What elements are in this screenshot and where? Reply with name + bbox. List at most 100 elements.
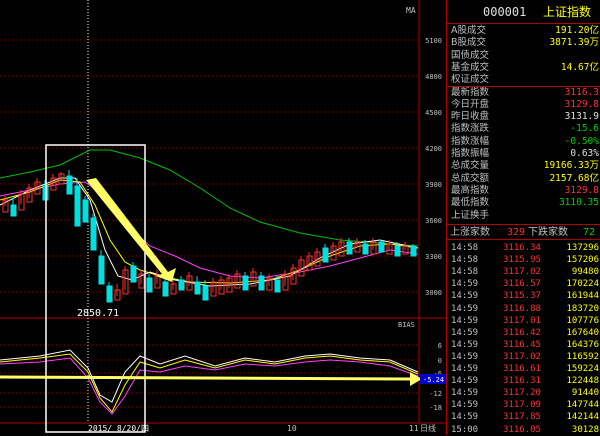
quote-value: 3116.3 <box>564 86 599 98</box>
tick-volume: 159224 <box>566 364 599 374</box>
candlestick[interactable] <box>394 245 401 257</box>
tick-price: 3116.42 <box>503 327 541 338</box>
candlestick[interactable] <box>362 243 369 255</box>
quote-value: 3131.9 <box>564 111 599 123</box>
quote-label: 最新指数 <box>451 86 490 98</box>
tick-time: 15:00 <box>451 424 479 435</box>
quote-label: 基金成交 <box>451 61 490 73</box>
tick-volume: 122448 <box>566 376 599 387</box>
stock-name: 上证指数 <box>543 5 592 19</box>
candlestick[interactable] <box>90 217 97 251</box>
quote-value: 0.63% <box>570 148 599 159</box>
quote-row: B股成交 3871.39万 <box>447 37 600 48</box>
tick-price: 3115.95 <box>503 255 541 266</box>
candlestick[interactable] <box>322 247 329 263</box>
candlestick[interactable] <box>82 199 89 223</box>
down-count-value: 72 <box>583 227 596 238</box>
tick-price: 3117.09 <box>503 400 541 411</box>
tick-volume: 167640 <box>566 327 599 338</box>
quote-label: 国债成交 <box>451 49 490 61</box>
quote-separator <box>447 86 600 87</box>
candlestick[interactable] <box>98 255 105 285</box>
tick-volume: 147744 <box>566 400 599 411</box>
quote-value: 3129.8 <box>564 98 599 110</box>
tick-row: 14:59 3117.02 116592 <box>447 351 600 363</box>
price-axis-label: 4800 <box>425 73 442 81</box>
kline-workspace: 5100480045004200390036003300300060-6-12-… <box>0 0 600 435</box>
candlestick[interactable] <box>346 241 353 255</box>
tick-volume: 137296 <box>566 243 599 253</box>
tick-row: 14:59 3116.31 122448 <box>447 375 600 387</box>
tick-volume: 164376 <box>566 339 599 350</box>
tick-price: 3117.01 <box>503 315 541 326</box>
candlestick[interactable] <box>258 275 265 291</box>
candlestick[interactable] <box>410 245 417 257</box>
quote-row: 总成交量 19166.33万 <box>447 160 600 171</box>
candlestick[interactable] <box>162 281 169 297</box>
tick-volume: 91440 <box>571 388 599 399</box>
quote-panel: 000001 上证指数 A股成交 191.20亿 B股成交 3871.39万 国债成交基… <box>446 0 600 435</box>
quote-row: 昨日收盘 3131.9 <box>447 111 600 122</box>
candlestick[interactable] <box>10 204 17 217</box>
quote-label: 指数涨跌 <box>451 123 490 135</box>
month-tick-11: 11 <box>409 424 419 433</box>
tick-time: 14:59 <box>451 339 479 350</box>
tick-row: 14:59 3116.61 159224 <box>447 363 600 375</box>
tick-row: 14:59 3117.20 91440 <box>447 387 600 399</box>
ma-line-magenta <box>0 181 419 279</box>
quote-row: 权证成交 <box>447 74 600 85</box>
quote-row: 最低指数 3110.35 <box>447 197 600 208</box>
kline-chart-area[interactable]: 5100480045004200390036003300300060-6-12-… <box>0 0 446 435</box>
tick-price: 3116.61 <box>503 364 541 374</box>
quote-label: B股成交 <box>451 37 487 49</box>
tick-time: 14:58 <box>451 243 479 253</box>
candlestick[interactable] <box>242 275 249 291</box>
candlestick[interactable] <box>146 277 153 293</box>
tick-price: 3116.45 <box>503 339 541 350</box>
quote-value: 191.20亿 <box>555 25 599 36</box>
bias-axis-label: -12 <box>429 390 442 398</box>
candlestick[interactable] <box>378 241 385 253</box>
candlestick[interactable] <box>274 279 281 293</box>
tick-row: 14:59 3116.57 170224 <box>447 278 600 290</box>
candlestick[interactable] <box>106 285 113 303</box>
quote-row: 指数振幅 0.63% <box>447 148 600 159</box>
tick-row: 14:59 3117.85 142144 <box>447 411 600 423</box>
tick-row: 14:58 3117.02 99480 <box>447 266 600 278</box>
quote-value: 14.67亿 <box>560 61 599 73</box>
tick-time: 14:58 <box>451 255 479 266</box>
quote-row: A股成交 191.20亿 <box>447 25 600 36</box>
quote-label: 今日开盘 <box>451 98 490 110</box>
tick-price: 3116.34 <box>503 243 541 253</box>
tick-volume: 107776 <box>566 315 599 326</box>
tick-price: 3115.37 <box>503 291 541 302</box>
bias-axis-label: 6 <box>438 342 442 350</box>
tick-time: 14:58 <box>451 267 479 278</box>
candlestick[interactable] <box>66 175 73 195</box>
candlestick[interactable] <box>194 281 201 295</box>
candlestick[interactable] <box>202 285 209 301</box>
up-count-value: 329 <box>507 227 526 238</box>
tick-row: 14:58 3116.34 137296 <box>447 242 600 254</box>
quote-label: 指数振幅 <box>451 148 490 159</box>
price-axis-label: 4500 <box>425 109 442 117</box>
price-axis-label: 5100 <box>425 37 442 45</box>
bias-axis-label: -18 <box>429 404 442 412</box>
candlestick[interactable] <box>74 185 81 227</box>
price-axis-label: 4200 <box>425 145 442 153</box>
tick-volume: 183720 <box>566 303 599 314</box>
tick-row: 14:59 3116.42 167640 <box>447 327 600 339</box>
tick-price: 3117.20 <box>503 388 541 399</box>
price-axis-label: 3300 <box>425 253 442 261</box>
candlestick[interactable] <box>130 265 137 283</box>
ma-line-green <box>0 149 419 247</box>
quote-row: 指数涨幅 -0.50% <box>447 136 600 147</box>
candlestick[interactable] <box>178 279 185 291</box>
quote-label: 总成交额 <box>451 172 490 184</box>
price-axis-label: 3900 <box>425 181 442 189</box>
quote-row: 最新指数 3116.3 <box>447 87 600 98</box>
quote-label: 最高指数 <box>451 184 490 196</box>
tick-row: 15:00 3116.05 30128 <box>447 424 600 436</box>
tick-time: 14:59 <box>451 376 479 387</box>
tick-time: 14:59 <box>451 315 479 326</box>
